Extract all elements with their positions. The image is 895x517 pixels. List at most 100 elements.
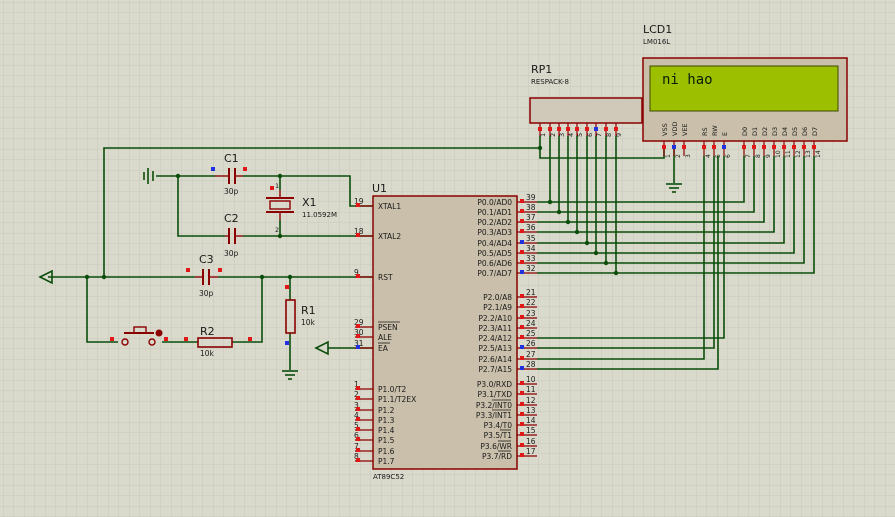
u1-pin-number: 37 — [526, 213, 536, 222]
u1-pin-label: P2.0/A8 — [483, 293, 512, 302]
u1-pin-number: 13 — [526, 406, 536, 415]
u1-pin-number: 21 — [526, 288, 536, 297]
pin-state-marker — [812, 145, 816, 149]
lcd-pin-number: 6 — [725, 154, 732, 158]
u1-pin-number: 25 — [526, 329, 536, 338]
x1-pin2: 2 — [275, 226, 279, 234]
u1-pin-label: P1.1/T2EX — [378, 395, 416, 404]
pin-state-marker — [594, 127, 598, 131]
microcontroller-u1[interactable]: U1 AT89C52 19XTAL118XTAL29RST29PSEN30ALE… — [354, 182, 537, 481]
u1-pin-label: P2.4/A12 — [478, 334, 512, 343]
lcd-pin-label: D1 — [751, 127, 759, 136]
pin-state-marker — [802, 145, 806, 149]
pin-state-marker — [520, 412, 524, 416]
u1-pin-label: P1.0/T2 — [378, 385, 407, 394]
lcd-pin-label: D4 — [781, 127, 789, 136]
pin-state-marker — [520, 432, 524, 436]
lcd-pin-label: D3 — [771, 127, 779, 136]
pin-state-marker — [520, 209, 524, 213]
pin-state-marker — [585, 127, 589, 131]
u1-pin-label: P3.6/WR — [480, 442, 512, 451]
u1-pin-label: P3.5/T1 — [484, 431, 513, 440]
x1-value: 11.0592M — [302, 211, 337, 219]
u1-pin-label: P0.4/AD4 — [477, 239, 512, 248]
pin-state-marker — [520, 422, 524, 426]
lcd-part: LM016L — [643, 38, 670, 46]
u1-pin-label: P2.3/A11 — [478, 324, 512, 333]
pin-state-marker — [520, 345, 524, 349]
pin-state-marker — [356, 274, 360, 278]
pin-state-marker — [520, 366, 524, 370]
lcd-pin-number: 7 — [745, 154, 752, 158]
u1-pin-label: P2.1/A9 — [483, 303, 512, 312]
pin-state-marker — [520, 443, 524, 447]
lcd-pin-number: 4 — [705, 154, 712, 158]
pin-state-marker — [520, 304, 524, 308]
pin-state-marker — [682, 145, 686, 149]
u1-pin-number: 10 — [526, 375, 536, 384]
u1-pin-number: 27 — [526, 350, 536, 359]
lcd-pin-number: 2 — [675, 154, 682, 158]
u1-pin-number: 34 — [526, 244, 536, 253]
u1-pin-label: P2.6/A14 — [478, 355, 512, 364]
u1-pin-label: P0.6/AD6 — [477, 259, 512, 268]
lcd-pin-label: D6 — [801, 127, 809, 136]
pin-state-marker — [538, 127, 542, 131]
pin-state-marker — [356, 345, 360, 349]
pin-state-marker — [520, 270, 524, 274]
r2-value: 10k — [200, 349, 215, 358]
pin-state-marker — [782, 145, 786, 149]
u1-pin-label: P0.0/AD0 — [477, 198, 512, 207]
pin-state-marker — [548, 127, 552, 131]
lcd-ref: LCD1 — [643, 23, 672, 36]
u1-pin-number: 11 — [526, 385, 536, 394]
lcd-display-text: ni hao — [662, 72, 713, 88]
rp1-pin-number: 1 — [539, 133, 547, 137]
u1-pin-number: 36 — [526, 223, 536, 232]
pin-state-marker — [752, 145, 756, 149]
lcd-pin-number: 8 — [755, 154, 762, 158]
lcd-pin-label: D5 — [791, 127, 799, 136]
u1-pin-label: P0.2/AD2 — [477, 218, 512, 227]
lcd-pin-label: D0 — [741, 127, 749, 136]
pin-state-marker — [575, 127, 579, 131]
u1-pin-number: 14 — [526, 416, 536, 425]
lcd-pin-label: RS — [701, 127, 709, 136]
u1-pin-label: P0.1/AD1 — [477, 208, 512, 217]
pin-state-marker — [520, 294, 524, 298]
lcd-pin-label: VDD — [671, 122, 679, 136]
u1-pin-number: 12 — [526, 396, 536, 405]
u1-pin-label: P1.6 — [378, 447, 395, 456]
c3-value: 30p — [199, 289, 214, 298]
schematic-canvas[interactable]: C1 30p C2 30p C3 30p 1 2 X1 11.0592M R1 … — [0, 0, 895, 517]
pin-state-marker — [520, 199, 524, 203]
pin-state-marker — [557, 127, 561, 131]
u1-pin-label: P3.1/TXD — [478, 390, 513, 399]
u1-pin-number: 33 — [526, 254, 536, 263]
u1-pin-number: 23 — [526, 309, 536, 318]
u1-pin-number: 32 — [526, 264, 536, 273]
u1-pin-number: 22 — [526, 298, 536, 307]
rp1-part: RESPACK-8 — [531, 78, 569, 86]
pin-state-marker — [520, 335, 524, 339]
pin-state-marker — [662, 145, 666, 149]
u1-pin-label: P3.7/RD — [482, 452, 512, 461]
u1-pin-number: 38 — [526, 203, 536, 212]
pin-state-marker — [520, 356, 524, 360]
r1-value: 10k — [301, 318, 316, 327]
lcd-pin-label: VSS — [661, 123, 669, 136]
u1-pin-number: 26 — [526, 339, 536, 348]
pin-state-marker — [520, 391, 524, 395]
u1-pin-label: P2.2/A10 — [478, 314, 512, 323]
u1-right-pins: 39 P0.0/AD0 38 P0.1/AD1 37 P0.2/AD2 36 P0.3/AD3… — [476, 193, 537, 461]
pin-state-marker — [722, 145, 726, 149]
x1-ref: X1 — [302, 196, 317, 209]
rp1-ref: RP1 — [531, 63, 552, 76]
pin-state-marker — [614, 127, 618, 131]
pin-state-marker — [520, 315, 524, 319]
lcd-pin-number: 9 — [765, 154, 772, 158]
pin-state-marker — [712, 145, 716, 149]
u1-pin-label: P1.7 — [378, 457, 395, 466]
lcd-pin-number: 3 — [685, 154, 692, 158]
pin-state-marker — [520, 453, 524, 457]
